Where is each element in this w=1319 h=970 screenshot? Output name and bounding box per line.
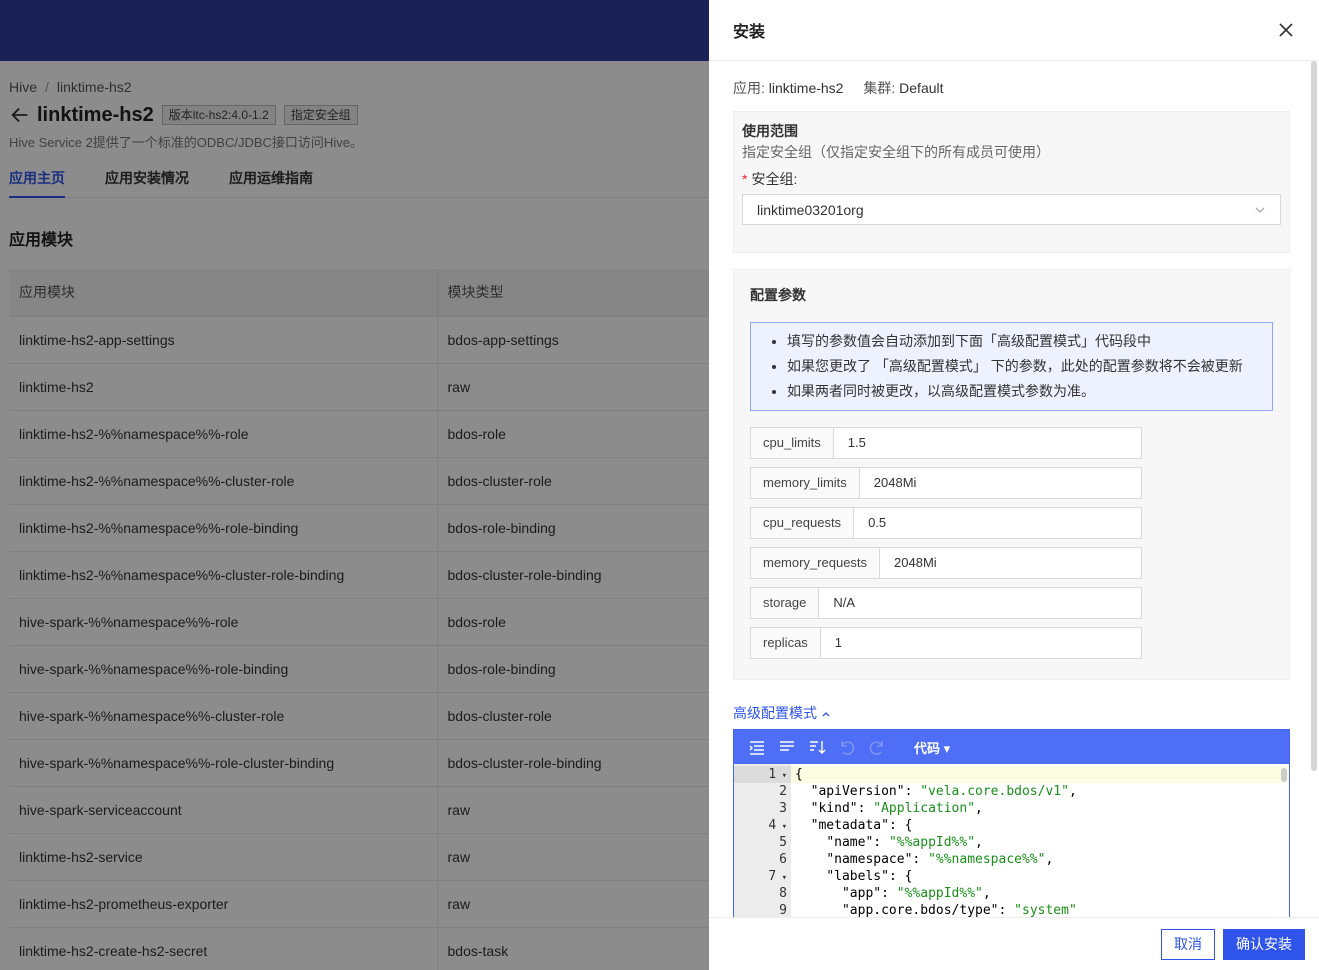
param-value-input[interactable]: 2048Mi: [860, 468, 1141, 498]
drawer-scrollbar[interactable]: [1311, 61, 1317, 771]
line-number-gutter: 1 ▾ 2 3 4 ▾ 5 6 7 ▾ 8 9: [734, 764, 791, 917]
line-number: 7 ▾: [768, 869, 787, 884]
param-replicas: replicas 1: [750, 627, 1142, 659]
config-card: 配置参数 填写的参数值会自动添加到下面「高级配置模式」代码段中 如果您更改了 「…: [733, 269, 1290, 680]
line-number: 1 ▾: [734, 766, 791, 783]
line-number: 6: [779, 852, 787, 867]
code-line: {: [791, 766, 1289, 783]
param-value-input[interactable]: 1.5: [834, 428, 1141, 458]
code-editor: 代码 ▾ 1 ▾ 2 3 4 ▾ 5 6 7 ▾ 8 9 { "apiVersion"…: [733, 729, 1290, 917]
line-number: 2: [779, 784, 787, 799]
confirm-install-button[interactable]: 确认安装: [1223, 928, 1305, 960]
code-line: "kind": "Application",: [810, 801, 983, 816]
redo-icon[interactable]: [868, 738, 886, 756]
fold-icon[interactable]: ▾: [776, 822, 787, 832]
close-icon[interactable]: [1277, 21, 1295, 39]
code-line: "metadata": {: [810, 818, 913, 833]
caret-down-icon: ▾: [943, 740, 951, 756]
param-key: replicas: [751, 628, 821, 658]
security-group-label: * 安全组:: [742, 170, 1281, 188]
cluster-value: Default: [899, 80, 944, 96]
config-title: 配置参数: [750, 287, 806, 303]
code-line: "name": "%%appId%%",: [826, 835, 983, 850]
param-value-input[interactable]: 2048Mi: [880, 548, 1141, 578]
param-key: memory_requests: [751, 548, 881, 578]
advanced-mode-label: 高级配置模式: [733, 705, 817, 721]
app-label: 应用:: [733, 80, 765, 96]
param-value-input[interactable]: 1: [821, 628, 1141, 658]
param-memory-limits: memory_limits 2048Mi: [750, 467, 1142, 499]
required-mark: *: [742, 171, 748, 187]
config-notice: 填写的参数值会自动添加到下面「高级配置模式」代码段中 如果您更改了 「高级配置模…: [750, 322, 1273, 411]
editor-mode-dropdown[interactable]: 代码 ▾: [914, 738, 950, 757]
security-group-label-text: 安全组:: [751, 171, 798, 187]
param-key: memory_limits: [751, 468, 860, 498]
line-number: 9: [779, 903, 787, 917]
param-cpu-requests: cpu_requests 0.5: [750, 507, 1142, 539]
drawer-content: 应用: linktime-hs2 集群: Default 使用范围 指定安全组（…: [709, 61, 1319, 917]
line-number: 4 ▾: [768, 818, 787, 833]
code-line: "labels": {: [826, 869, 913, 884]
param-key: cpu_requests: [751, 508, 855, 538]
drawer-footer: 取消 确认安装: [709, 917, 1319, 970]
code-area[interactable]: { "apiVersion": "vela.core.bdos/v1", "ki…: [791, 764, 1289, 917]
drawer-title: 安装: [733, 24, 766, 41]
code-line: "app": "%%appId%%",: [841, 886, 991, 901]
advanced-mode-toggle[interactable]: 高级配置模式: [733, 704, 1295, 722]
param-key: cpu_limits: [751, 428, 834, 458]
editor-body[interactable]: 1 ▾ 2 3 4 ▾ 5 6 7 ▾ 8 9 { "apiVersion": "ve…: [734, 764, 1289, 917]
code-line: "apiVersion": "vela.core.bdos/v1",: [810, 784, 1077, 799]
code-line: "namespace": "%%namespace%%",: [826, 852, 1054, 867]
scope-description: 指定安全组（仅指定安全组下的所有成员可使用）: [742, 144, 1050, 160]
security-group-select[interactable]: linktime03201org: [742, 194, 1281, 225]
security-group-value: linktime03201org: [757, 201, 864, 218]
editor-toolbar: 代码 ▾: [734, 730, 1289, 764]
param-list: cpu_limits 1.5 memory_limits 2048Mi cpu_re…: [750, 427, 1273, 659]
editor-scrollbar[interactable]: [1281, 768, 1287, 782]
line-number: 8: [779, 886, 787, 901]
format-icon[interactable]: [748, 738, 766, 756]
param-storage: storage N/A: [750, 587, 1142, 619]
param-value-input[interactable]: N/A: [819, 588, 1141, 618]
notice-item: 如果两者同时被更改，以高级配置模式参数为准。: [787, 379, 1260, 404]
undo-icon[interactable]: [838, 738, 856, 756]
app-value: linktime-hs2: [768, 80, 844, 96]
line-number: 3: [779, 801, 787, 816]
compact-icon[interactable]: [778, 738, 796, 756]
fold-icon[interactable]: ▾: [776, 873, 787, 883]
line-number: 5: [779, 835, 787, 850]
install-drawer: 安装 应用: linktime-hs2 集群: Default 使用范围 指定安…: [709, 0, 1319, 970]
sort-icon[interactable]: [808, 738, 826, 756]
chevron-up-icon: [822, 712, 830, 717]
param-cpu-limits: cpu_limits 1.5: [750, 427, 1142, 459]
cancel-button[interactable]: 取消: [1161, 928, 1215, 960]
fold-icon[interactable]: ▾: [776, 771, 787, 781]
param-memory-requests: memory_requests 2048Mi: [750, 547, 1142, 579]
param-value-input[interactable]: 0.5: [854, 508, 1141, 538]
notice-item: 如果您更改了 「高级配置模式」 下的参数，此处的配置参数将不会被更新: [787, 354, 1260, 379]
notice-item: 填写的参数值会自动添加到下面「高级配置模式」代码段中: [787, 329, 1260, 354]
code-line: "app.core.bdos/type": "system": [841, 903, 1077, 917]
param-key: storage: [751, 588, 820, 618]
scope-title: 使用范围: [742, 123, 798, 139]
app-info: 应用: linktime-hs2 集群: Default: [733, 79, 1295, 97]
drawer-header: 安装: [709, 0, 1319, 61]
scope-card: 使用范围 指定安全组（仅指定安全组下的所有成员可使用） * 安全组: linkti…: [733, 111, 1290, 253]
cluster-label: 集群:: [863, 80, 896, 96]
chevron-down-icon: [1255, 207, 1265, 213]
editor-mode-label: 代码: [914, 740, 941, 756]
